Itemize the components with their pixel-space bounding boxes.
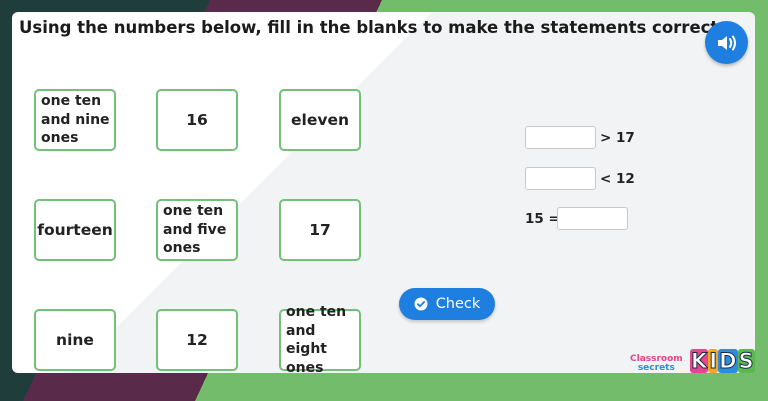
tile-text-line: one ten xyxy=(286,304,347,320)
number-tile-one-ten-eight-ones[interactable]: one ten and eight ones xyxy=(279,304,361,376)
tile-label: nine xyxy=(56,331,94,349)
kids-logo-letter: S xyxy=(737,349,755,374)
statement-1-comparison: > 17 xyxy=(600,130,635,146)
classroom-secrets-logo: Classroom secrets xyxy=(630,355,683,373)
tile-text-line: ones xyxy=(163,240,201,257)
activity-panel xyxy=(12,12,755,373)
kids-logo-letter: D xyxy=(718,349,738,374)
check-button[interactable]: Check xyxy=(399,288,495,320)
number-tile-12[interactable]: 12 xyxy=(156,309,238,371)
tile-label: eleven xyxy=(291,111,349,129)
check-button-label: Check xyxy=(435,296,481,312)
number-tile-one-ten-nine-ones[interactable]: one ten and nine ones xyxy=(34,89,116,151)
tile-text-line: and five xyxy=(163,221,227,238)
number-tile-eleven[interactable]: eleven xyxy=(279,89,361,151)
instruction-text: Using the numbers below, fill in the bla… xyxy=(19,18,725,37)
check-circle-icon xyxy=(414,297,428,311)
answer-blank-2[interactable] xyxy=(525,167,596,190)
number-tile-16[interactable]: 16 xyxy=(156,89,238,151)
tile-text-line: and nine xyxy=(41,111,110,128)
number-tile-one-ten-five-ones[interactable]: one ten and five ones xyxy=(156,199,238,261)
tile-label: 17 xyxy=(309,221,331,239)
kids-logo: K I D S xyxy=(690,349,755,374)
audio-button[interactable] xyxy=(705,21,748,64)
number-tile-17[interactable]: 17 xyxy=(279,199,361,261)
tile-label: fourteen xyxy=(37,221,113,239)
tile-text-line: and eight xyxy=(286,322,327,358)
number-tile-nine[interactable]: nine xyxy=(34,309,116,371)
tile-text-line: ones xyxy=(286,359,324,376)
kids-logo-letter: I xyxy=(708,349,719,374)
tile-label: 16 xyxy=(186,111,208,129)
statement-3-prefix: 15 = xyxy=(525,211,560,227)
tile-text-line: one ten xyxy=(163,203,224,220)
tile-text-line: one ten xyxy=(41,93,102,110)
answer-blank-3[interactable] xyxy=(557,207,628,230)
number-tile-fourteen[interactable]: fourteen xyxy=(34,199,116,261)
kids-logo-letter: K xyxy=(690,349,709,374)
answer-blank-1[interactable] xyxy=(525,126,596,149)
tile-label: 12 xyxy=(186,331,208,349)
logo-secrets-text: secrets xyxy=(637,363,675,373)
tile-text-line: ones xyxy=(41,130,79,147)
speaker-icon xyxy=(717,35,736,50)
statement-2-comparison: < 12 xyxy=(600,171,635,187)
